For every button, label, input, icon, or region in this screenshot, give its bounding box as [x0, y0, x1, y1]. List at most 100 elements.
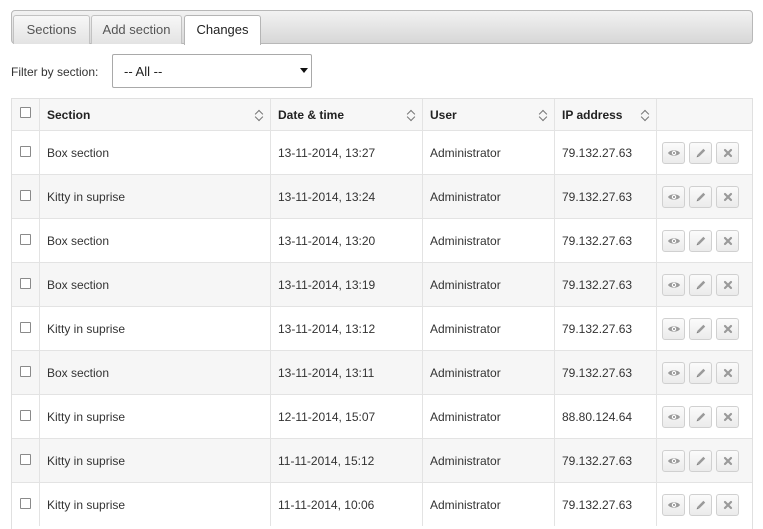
- sort-icon: [408, 109, 416, 121]
- datetime-cell: 13-11-2014, 13:12: [270, 307, 422, 350]
- row-checkbox[interactable]: [20, 366, 31, 377]
- edit-button[interactable]: [689, 362, 712, 384]
- view-button[interactable]: [662, 406, 685, 428]
- view-button[interactable]: [662, 142, 685, 164]
- section-filter-select[interactable]: -- All --: [112, 54, 312, 88]
- column-header: Section: [47, 108, 91, 122]
- row-checkbox[interactable]: [20, 454, 31, 465]
- sort-icon: [642, 109, 650, 121]
- edit-button[interactable]: [689, 450, 712, 472]
- delete-icon: [723, 412, 733, 422]
- table-row: Box section 13-11-2014, 13:11 Administra…: [12, 350, 752, 394]
- edit-button[interactable]: [689, 186, 712, 208]
- user-cell: Administrator: [422, 131, 554, 174]
- edit-button[interactable]: [689, 142, 712, 164]
- delete-button[interactable]: [716, 450, 739, 472]
- view-button[interactable]: [662, 318, 685, 340]
- user-cell: Administrator: [422, 439, 554, 482]
- sort-icon: [540, 109, 548, 121]
- row-checkbox[interactable]: [20, 322, 31, 333]
- view-button[interactable]: [662, 494, 685, 516]
- dropdown-arrow-icon: [297, 55, 311, 87]
- delete-button[interactable]: [716, 142, 739, 164]
- delete-icon: [723, 324, 733, 334]
- header-user[interactable]: User: [422, 99, 554, 130]
- user-name: Administrator: [430, 278, 501, 292]
- row-checkbox-cell: [12, 483, 39, 526]
- view-button[interactable]: [662, 362, 685, 384]
- row-checkbox-cell: [12, 351, 39, 394]
- edit-button[interactable]: [689, 274, 712, 296]
- view-button[interactable]: [662, 274, 685, 296]
- delete-button[interactable]: [716, 274, 739, 296]
- ip-cell: 79.132.27.63: [554, 307, 656, 350]
- row-checkbox[interactable]: [20, 146, 31, 157]
- table-row: Kitty in suprise 11-11-2014, 15:12 Admin…: [12, 438, 752, 482]
- row-checkbox-cell: [12, 307, 39, 350]
- row-checkbox[interactable]: [20, 234, 31, 245]
- header-ip[interactable]: IP address: [554, 99, 656, 130]
- row-checkbox-cell: [12, 439, 39, 482]
- user-cell: Administrator: [422, 307, 554, 350]
- datetime-value: 13-11-2014, 13:27: [278, 146, 376, 160]
- datetime-cell: 11-11-2014, 15:12: [270, 439, 422, 482]
- ip-address: 79.132.27.63: [562, 278, 633, 292]
- delete-icon: [723, 368, 733, 378]
- row-checkbox[interactable]: [20, 498, 31, 509]
- delete-button[interactable]: [716, 230, 739, 252]
- edit-icon: [696, 456, 706, 466]
- column-header: Date & time: [278, 108, 345, 122]
- delete-icon: [723, 456, 733, 466]
- ip-address: 79.132.27.63: [562, 498, 633, 512]
- edit-button[interactable]: [689, 406, 712, 428]
- ip-cell: 79.132.27.63: [554, 131, 656, 174]
- edit-button[interactable]: [689, 318, 712, 340]
- table-row: Kitty in suprise 13-11-2014, 13:24 Admin…: [12, 174, 752, 218]
- section-name: Kitty in suprise: [47, 454, 126, 468]
- row-checkbox[interactable]: [20, 410, 31, 421]
- tab-changes[interactable]: Changes: [184, 15, 261, 45]
- ip-cell: 79.132.27.63: [554, 483, 656, 526]
- select-all-checkbox[interactable]: [20, 107, 31, 118]
- changes-table: Section Date & time User IP address Box …: [11, 98, 753, 529]
- ip-address: 88.80.124.64: [562, 410, 633, 424]
- section-name: Kitty in suprise: [47, 410, 126, 424]
- row-checkbox-cell: [12, 263, 39, 306]
- delete-button[interactable]: [716, 362, 739, 384]
- view-button[interactable]: [662, 186, 685, 208]
- user-cell: Administrator: [422, 219, 554, 262]
- tab-sections[interactable]: Sections: [13, 15, 90, 44]
- view-icon: [668, 150, 680, 156]
- tab-add-section[interactable]: Add section: [91, 15, 182, 44]
- section-cell: Kitty in suprise: [39, 307, 270, 350]
- delete-button[interactable]: [716, 186, 739, 208]
- view-button[interactable]: [662, 450, 685, 472]
- ip-cell: 88.80.124.64: [554, 395, 656, 438]
- user-name: Administrator: [430, 366, 501, 380]
- edit-icon: [696, 412, 706, 422]
- edit-button[interactable]: [689, 230, 712, 252]
- view-button[interactable]: [662, 230, 685, 252]
- actions-cell: [656, 219, 752, 262]
- edit-icon: [696, 324, 706, 334]
- edit-button[interactable]: [689, 494, 712, 516]
- delete-button[interactable]: [716, 406, 739, 428]
- table-header: Section Date & time User IP address: [12, 99, 752, 130]
- row-checkbox[interactable]: [20, 190, 31, 201]
- delete-button[interactable]: [716, 494, 739, 516]
- actions-cell: [656, 307, 752, 350]
- delete-button[interactable]: [716, 318, 739, 340]
- datetime-cell: 13-11-2014, 13:24: [270, 175, 422, 218]
- header-section[interactable]: Section: [39, 99, 270, 130]
- row-checkbox[interactable]: [20, 278, 31, 289]
- section-name: Box section: [47, 234, 110, 248]
- view-icon: [668, 370, 680, 376]
- edit-icon: [696, 236, 706, 246]
- user-name: Administrator: [430, 146, 501, 160]
- section-name: Kitty in suprise: [47, 190, 126, 204]
- delete-icon: [723, 192, 733, 202]
- tab-bar: Sections Add section Changes: [11, 10, 753, 45]
- section-cell: Box section: [39, 131, 270, 174]
- user-cell: Administrator: [422, 351, 554, 394]
- header-datetime[interactable]: Date & time: [270, 99, 422, 130]
